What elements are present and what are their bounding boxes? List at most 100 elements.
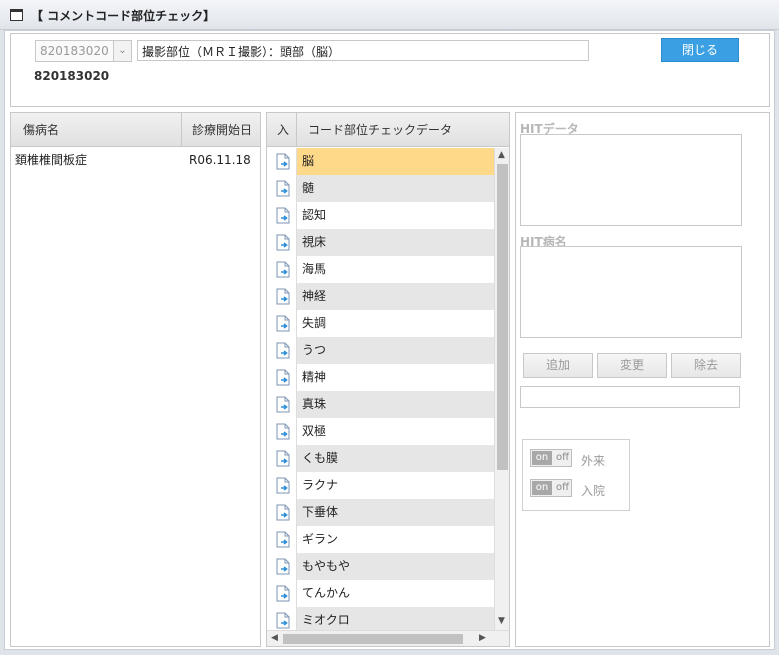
hit-data-box[interactable]	[520, 134, 742, 226]
check-data-label: 海馬	[302, 262, 327, 276]
scrollbar-thumb[interactable]	[283, 634, 463, 644]
inpatient-toggle[interactable]: on off	[530, 479, 572, 497]
list-item[interactable]: 認知	[267, 202, 494, 229]
outpatient-toggle[interactable]: on off	[530, 449, 572, 467]
change-button[interactable]: 変更	[597, 353, 667, 378]
list-item[interactable]: 海馬	[267, 256, 494, 283]
input-cell[interactable]	[267, 148, 297, 175]
check-panel: 入 コード部位チェックデータ 脳髄認知視床海馬神経失調うつ精神真珠双極くも膜 ラク…	[266, 112, 510, 647]
document-arrow-icon	[276, 585, 290, 602]
document-arrow-icon	[276, 288, 290, 305]
column-header-check-data[interactable]: コード部位チェックデータ	[308, 113, 452, 147]
document-arrow-icon	[276, 477, 290, 494]
start-date-cell: R06.11.18	[189, 153, 251, 167]
code-select[interactable]: 820183020 ⌄	[35, 40, 132, 62]
document-arrow-icon	[276, 315, 290, 332]
list-item[interactable]: 視床	[267, 229, 494, 256]
input-cell[interactable]	[267, 472, 297, 499]
outpatient-label: 外来	[581, 454, 606, 468]
list-item[interactable]: ラクナ	[267, 472, 494, 499]
check-data-label: 真珠	[302, 397, 327, 411]
input-cell[interactable]	[267, 445, 297, 472]
input-cell[interactable]	[267, 391, 297, 418]
check-data-label: てんかん	[302, 586, 351, 600]
close-button[interactable]: 閉じる	[661, 38, 739, 62]
list-item[interactable]: もやもや	[267, 553, 494, 580]
list-item[interactable]: 精神	[267, 364, 494, 391]
list-item[interactable]: ギラン	[267, 526, 494, 553]
name-field[interactable]: 撮影部位（ＭＲＩ撮影）：頭部（脳）	[137, 40, 589, 61]
horizontal-scrollbar[interactable]: ◀ ▶	[267, 630, 509, 646]
toggle-off-label: off	[555, 482, 569, 493]
document-arrow-icon	[276, 504, 290, 521]
title-bar: 【 コメントコード部位チェック】	[0, 0, 779, 30]
check-data-label: 視床	[302, 235, 327, 249]
input-cell[interactable]	[267, 337, 297, 364]
hit-disease-box[interactable]	[520, 246, 742, 338]
list-item[interactable]: 神経	[267, 283, 494, 310]
chevron-down-icon[interactable]: ⌄	[113, 41, 131, 61]
check-data-label: 下垂体	[302, 505, 339, 519]
hit-panel: HITデータ HIT病名 追加 変更 除去 on off 外来 on off 入…	[515, 112, 770, 647]
list-item[interactable]: うつ	[267, 337, 494, 364]
list-item[interactable]: 真珠	[267, 391, 494, 418]
disease-panel: 傷病名 診療開始日 頚椎椎間板症 R06.11.18	[10, 112, 261, 647]
document-arrow-icon	[276, 369, 290, 386]
input-cell[interactable]	[267, 175, 297, 202]
list-item[interactable]: 双極	[267, 418, 494, 445]
table-row[interactable]: 頚椎椎間板症 R06.11.18	[11, 147, 260, 174]
window-icon	[10, 9, 23, 21]
input-cell[interactable]	[267, 418, 297, 445]
text-input[interactable]	[520, 386, 740, 408]
list-item[interactable]: くも膜	[267, 445, 494, 472]
input-cell[interactable]	[267, 553, 297, 580]
list-item[interactable]: 下垂体	[267, 499, 494, 526]
column-header-input[interactable]: 入	[277, 113, 289, 147]
input-cell[interactable]	[267, 202, 297, 229]
check-data-label: 失調	[302, 316, 327, 330]
disease-name-cell: 頚椎椎間板症	[15, 153, 88, 167]
document-arrow-icon	[276, 450, 290, 467]
window-title: 【 コメントコード部位チェック】	[31, 9, 216, 23]
input-cell[interactable]	[267, 526, 297, 553]
check-data-label: 双極	[302, 424, 327, 438]
disease-table-header: 傷病名 診療開始日	[11, 113, 260, 147]
check-data-label: ギラン	[302, 532, 339, 546]
code-select-value: 820183020	[40, 44, 109, 58]
remove-button[interactable]: 除去	[671, 353, 741, 378]
list-item[interactable]: 髄	[267, 175, 494, 202]
scroll-up-icon[interactable]: ▲	[498, 150, 505, 160]
scrollbar-thumb[interactable]	[497, 164, 508, 470]
check-data-label: もやもや	[302, 559, 351, 573]
input-cell[interactable]	[267, 580, 297, 607]
scroll-down-icon[interactable]: ▼	[498, 616, 505, 626]
document-arrow-icon	[276, 423, 290, 440]
check-data-label: 神経	[302, 289, 327, 303]
input-cell[interactable]	[267, 310, 297, 337]
document-arrow-icon	[276, 261, 290, 278]
list-item[interactable]: 脳	[267, 148, 494, 175]
document-arrow-icon	[276, 234, 290, 251]
document-arrow-icon	[276, 531, 290, 548]
add-button[interactable]: 追加	[523, 353, 593, 378]
input-cell[interactable]	[267, 283, 297, 310]
code-display: 820183020	[34, 69, 110, 83]
input-cell[interactable]	[267, 499, 297, 526]
check-data-label: 認知	[302, 208, 327, 222]
check-data-label: 精神	[302, 370, 327, 384]
column-header-disease-name[interactable]: 傷病名	[23, 113, 59, 147]
input-cell[interactable]	[267, 229, 297, 256]
check-data-label: うつ	[302, 343, 327, 357]
document-arrow-icon	[276, 558, 290, 575]
column-header-start-date[interactable]: 診療開始日	[192, 113, 252, 147]
scroll-right-icon[interactable]: ▶	[479, 633, 486, 643]
document-arrow-icon	[276, 207, 290, 224]
document-arrow-icon	[276, 612, 290, 629]
input-cell[interactable]	[267, 364, 297, 391]
input-cell[interactable]	[267, 256, 297, 283]
document-arrow-icon	[276, 342, 290, 359]
scroll-left-icon[interactable]: ◀	[271, 633, 278, 643]
list-item[interactable]: てんかん	[267, 580, 494, 607]
vertical-scrollbar[interactable]: ▲ ▼	[494, 148, 509, 630]
list-item[interactable]: 失調	[267, 310, 494, 337]
